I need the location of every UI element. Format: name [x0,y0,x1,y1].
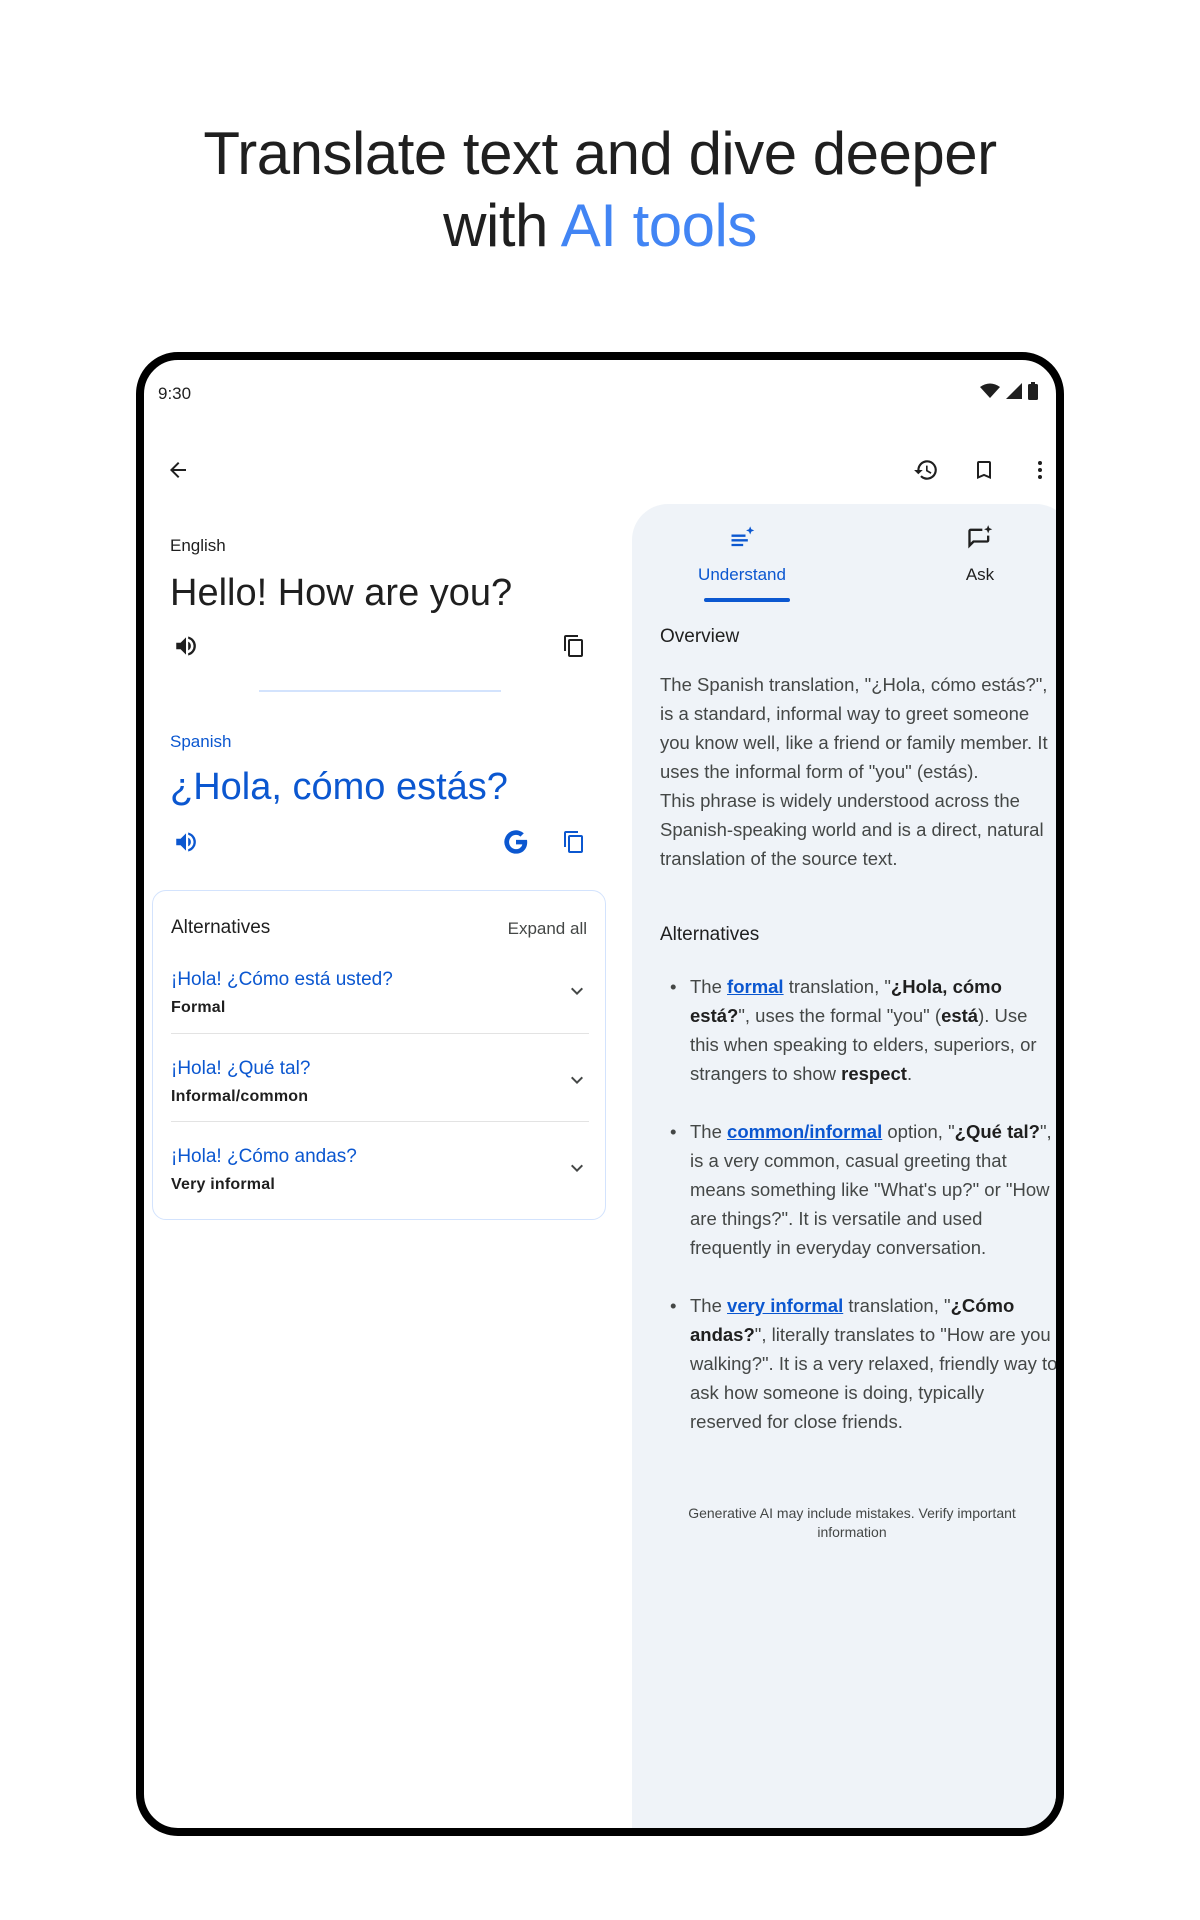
ai-disclaimer: Generative AI may include mistakes. Veri… [688,1505,1016,1540]
overview-paragraph-1: The Spanish translation, "¿Hola, cómo es… [660,674,1048,782]
source-copy-icon[interactable] [554,626,594,666]
bullet-very-informal: The very informal translation, "¿Cómo an… [660,1291,1056,1436]
alternative-item[interactable]: ¡Hola! ¿Qué tal? Informal/common [171,1033,589,1121]
alternative-item[interactable]: ¡Hola! ¿Cómo está usted? Formal [171,945,589,1033]
more-vert-icon[interactable] [1020,450,1056,490]
alternative-register: Very informal [171,1176,275,1193]
overview-paragraph-2: This phrase is widely understood across … [660,790,1044,869]
chevron-down-icon[interactable] [565,1156,589,1180]
overview-text: The Spanish translation, "¿Hola, cómo es… [660,670,1056,873]
alternative-item[interactable]: ¡Hola! ¿Cómo andas? Very informal [171,1121,589,1209]
alternative-phrase: ¡Hola! ¿Cómo andas? [171,1146,357,1167]
bullet-common-informal: The common/informal option, "¿Qué tal?",… [660,1117,1056,1262]
alternatives-heading: Alternatives [660,924,760,945]
headline-accent: AI tools [560,192,758,259]
expand-all-button[interactable]: Expand all [508,919,587,939]
ai-insights-panel: Understand Ask Overview The Spanish tran… [632,504,1056,1828]
arrow-back-icon[interactable] [158,450,198,490]
status-bar: 9:30 [144,360,1056,420]
tab-ask[interactable]: Ask [950,524,1010,604]
alternative-phrase: ¡Hola! ¿Qué tal? [171,1058,311,1079]
source-speaker-icon[interactable] [166,626,206,666]
bullet-formal: The formal translation, "¿Hola, cómo est… [660,972,1056,1088]
signal-icon [1006,383,1022,399]
alternative-register: Informal/common [171,1088,309,1105]
source-language-label: English [170,536,226,555]
formal-link[interactable]: formal [727,976,784,997]
app-bar [144,450,1056,510]
target-language-label: Spanish [170,732,232,751]
chevron-down-icon[interactable] [565,1068,589,1092]
history-icon[interactable] [906,450,946,490]
translated-text[interactable]: ¿Hola, cómo estás? [170,766,508,809]
bookmark-icon[interactable] [964,450,1004,490]
tab-ask-label: Ask [965,565,995,584]
battery-icon [1028,382,1038,400]
alternatives-bullets: The formal translation, "¿Hola, cómo est… [660,972,1056,1465]
common-informal-link[interactable]: common/informal [727,1121,882,1142]
tablet-frame: 9:30 English Hello! How are you? Spanish… [136,352,1064,1836]
headline-line-2: with AI tools [0,190,1200,262]
ask-chat-icon [968,525,993,549]
chevron-down-icon[interactable] [565,979,589,1003]
alternative-phrase: ¡Hola! ¿Cómo está usted? [171,969,393,990]
target-copy-icon[interactable] [554,822,594,862]
tab-understand[interactable]: Understand [692,524,792,604]
alternatives-title: Alternatives [171,917,271,938]
headline-prefix: with [443,192,561,259]
very-informal-link[interactable]: very informal [727,1295,843,1316]
overview-heading: Overview [660,626,740,647]
headline: Translate text and dive deeper with AI t… [0,118,1200,262]
google-g-icon[interactable] [496,822,536,862]
alternative-register: Formal [171,999,226,1016]
wifi-icon [980,383,1000,398]
status-time: 9:30 [158,384,192,403]
status-icons [980,382,1038,400]
source-text[interactable]: Hello! How are you? [170,572,512,615]
section-divider [259,690,501,692]
alternatives-card: Alternatives Expand all ¡Hola! ¿Cómo est… [152,890,606,1220]
understand-sparkle-icon [731,526,755,547]
tab-understand-label: Understand [698,565,786,584]
target-speaker-icon[interactable] [166,822,206,862]
headline-line-1: Translate text and dive deeper [203,120,997,187]
active-tab-indicator [704,598,790,602]
